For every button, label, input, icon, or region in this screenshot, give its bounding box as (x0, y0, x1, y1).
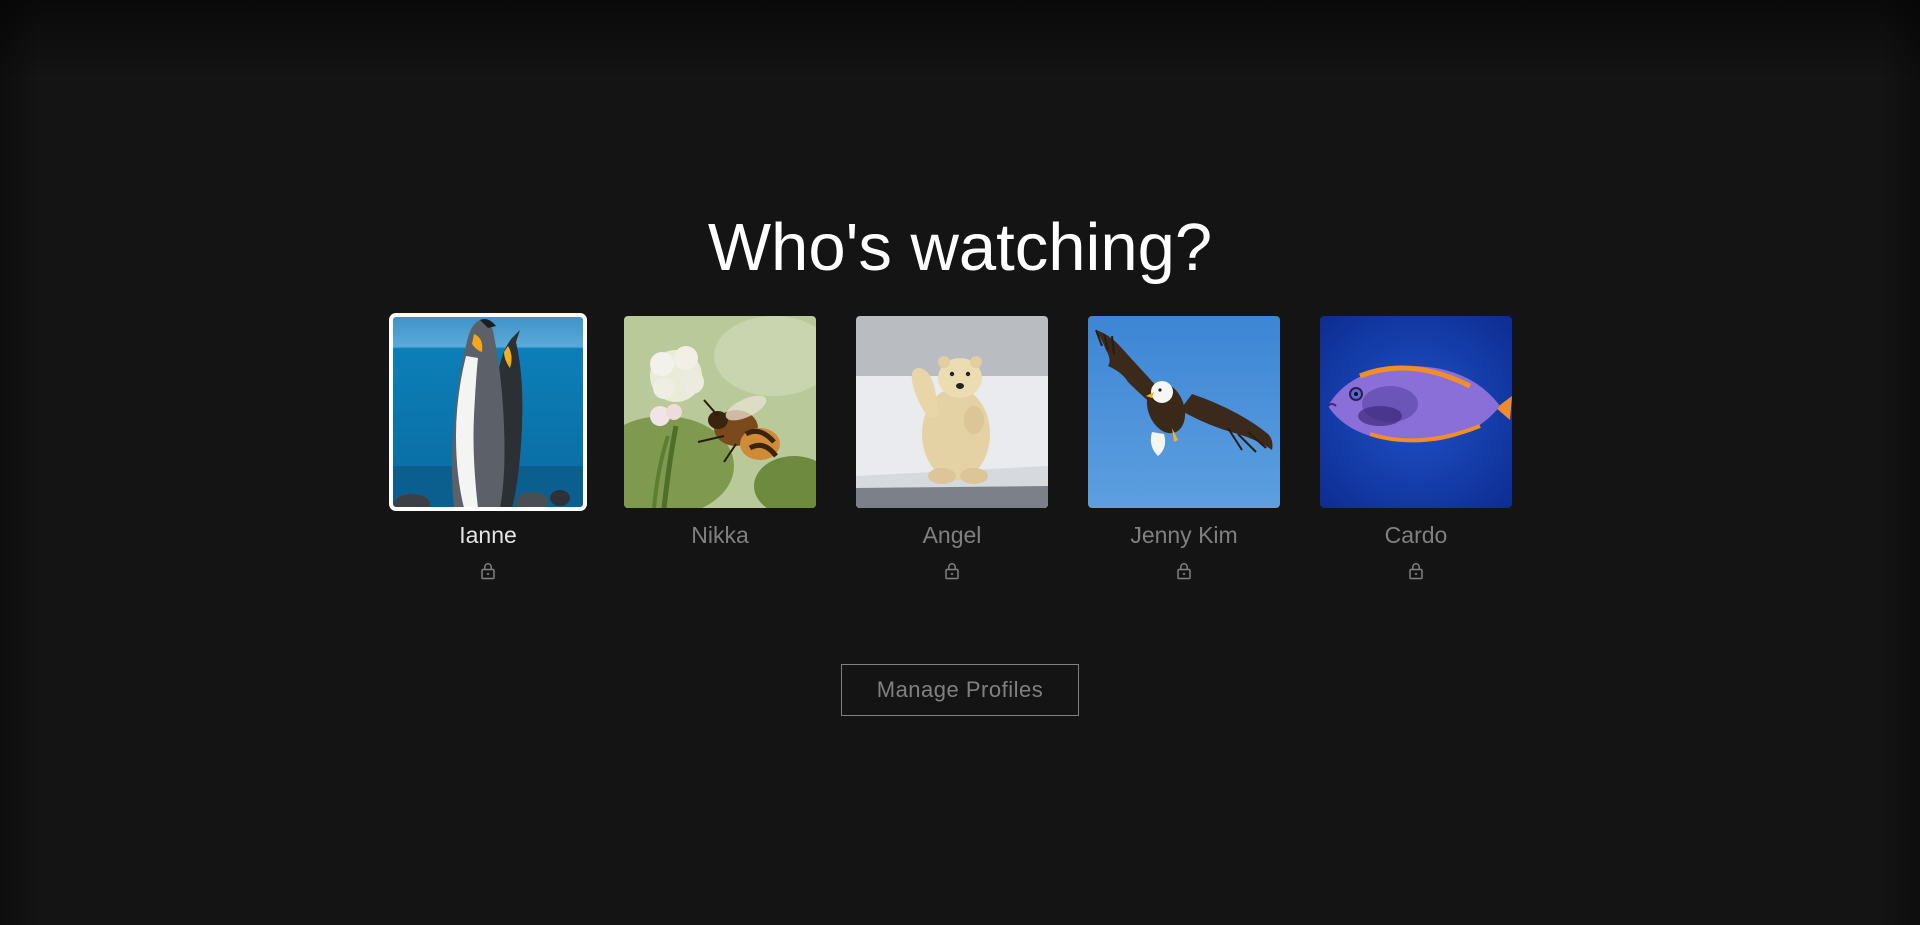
top-shade (0, 0, 1920, 80)
left-vignette (0, 0, 40, 925)
profile-ianne[interactable]: Ianne (389, 313, 587, 580)
profile-name: Nikka (691, 522, 749, 548)
profile-angel[interactable]: Angel (856, 316, 1048, 580)
page-title: Who's watching? (707, 210, 1213, 285)
lock-icon (481, 563, 495, 580)
lock-icon (945, 563, 959, 580)
profile-name: Angel (922, 522, 982, 548)
bee-avatar[interactable] (624, 316, 816, 508)
lock-icon (1177, 563, 1191, 580)
penguin-avatar[interactable] (389, 313, 587, 511)
eagle-avatar[interactable] (1088, 316, 1280, 508)
right-vignette (1880, 0, 1920, 925)
profile-name: Jenny Kim (1130, 522, 1238, 548)
polar-bear-image (856, 316, 1048, 508)
profile-list: Ianne Nikka Angel Jenny Kim Cardo (389, 313, 1528, 596)
lock-icon (1409, 563, 1423, 580)
penguin-image (392, 316, 584, 508)
manage-profiles-button[interactable]: Manage Profiles (841, 664, 1079, 716)
profile-jenny-kim[interactable]: Jenny Kim (1088, 316, 1280, 580)
profile-gate: Who's watching? Ianne Nikka Angel Jenny … (0, 0, 1920, 925)
fish-image (1320, 316, 1512, 508)
polar-bear-avatar[interactable] (856, 316, 1048, 508)
profile-nikka[interactable]: Nikka (624, 316, 816, 551)
profile-cardo[interactable]: Cardo (1320, 316, 1512, 580)
fish-avatar[interactable] (1320, 316, 1512, 508)
bee-image (624, 316, 816, 508)
profile-name: Ianne (459, 522, 517, 548)
profile-name: Cardo (1384, 522, 1448, 548)
eagle-image (1088, 316, 1280, 508)
